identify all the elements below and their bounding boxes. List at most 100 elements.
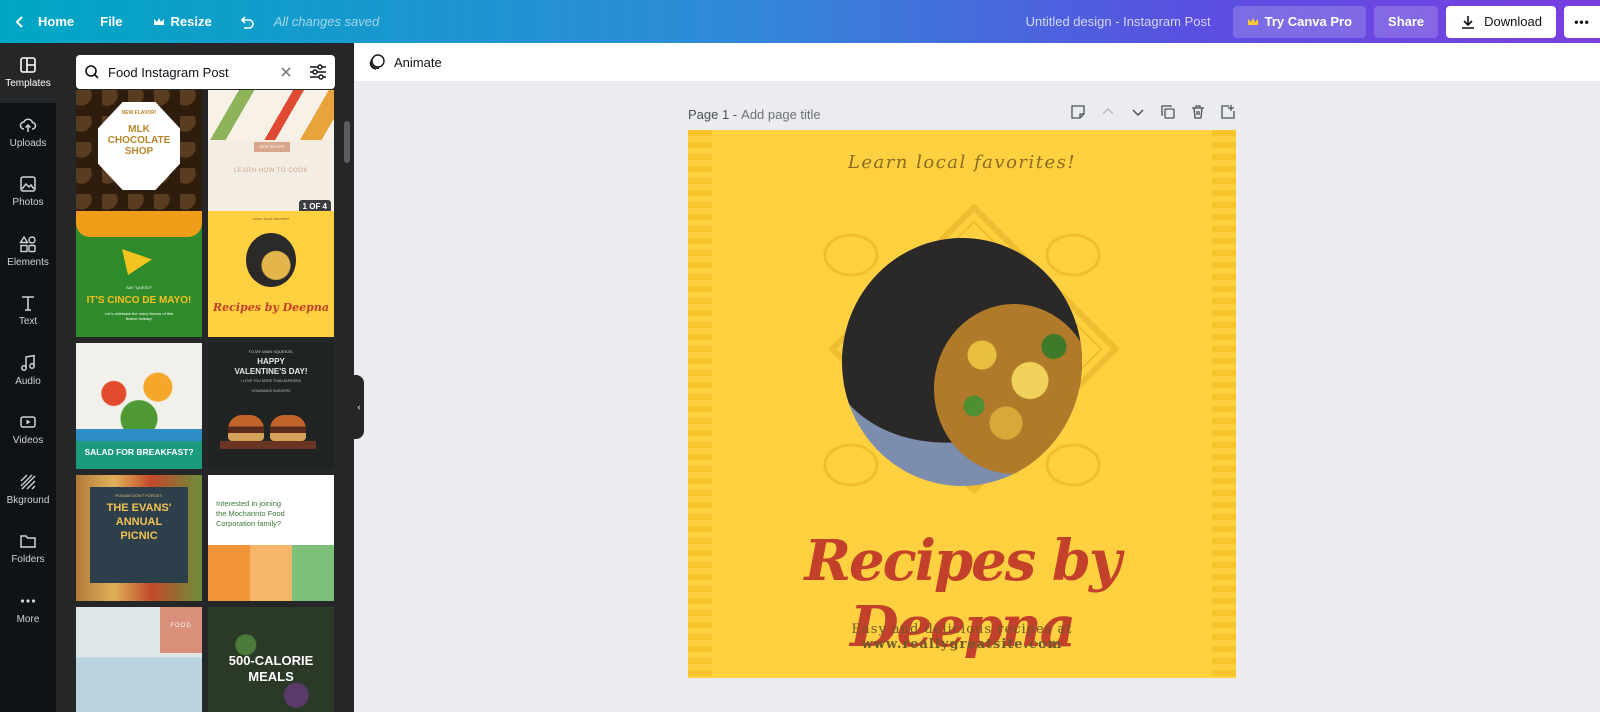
top-bar: Home File Resize All changes saved Untit… [0, 0, 1600, 43]
rail-label: Photos [12, 197, 44, 209]
animate-button[interactable]: Animate [368, 53, 442, 71]
food-photo-circle[interactable] [842, 238, 1082, 486]
thumb-text: Corporation family? [216, 519, 282, 528]
file-label: File [100, 14, 123, 29]
background-stripes-icon [20, 474, 36, 490]
rail-item-text[interactable]: Text [0, 281, 56, 341]
thumb-text: I LOVE YOU MORE THAN BURGERS [241, 379, 301, 383]
thumb-text: CHOCOLATE [107, 135, 171, 146]
template-thumb[interactable]: SAY "QUESO" IT'S CINCO DE MAYO! Let's ce… [76, 211, 202, 337]
undo-icon [240, 15, 254, 29]
canvas-subtitle[interactable]: Easy and delicious recipes at [688, 622, 1236, 637]
templates-icon [20, 57, 36, 74]
thumb-text: SHOP [124, 146, 154, 157]
photo-icon [20, 176, 36, 192]
template-thumb[interactable]: PLEASE DON'T FORGET: THE EVANS' ANNUAL P… [76, 475, 202, 601]
template-thumb[interactable]: Interested in joining the Mocharinto Foo… [208, 475, 334, 601]
delete-page-icon[interactable] [1190, 104, 1206, 120]
thumb-text: 500-CALORIE [228, 653, 314, 668]
resize-label: Resize [170, 14, 212, 29]
rail-item-audio[interactable]: Audio [0, 341, 56, 401]
editor-toolbar: Animate [354, 43, 1600, 81]
music-note-icon [21, 354, 35, 371]
rail-label: Audio [15, 375, 41, 387]
thumb-text: HOMEMADE BURGERS [251, 389, 291, 393]
more-dots-icon [20, 599, 36, 603]
thumb-text: MEALS [248, 669, 294, 684]
rail-item-folders[interactable]: Folders [0, 519, 56, 579]
rail-label: Elements [7, 256, 49, 268]
template-thumb[interactable]: TO MY MAIN SQUEEZE, HAPPY VALENTINE'S DA… [208, 343, 334, 469]
thumb-text: PLEASE DON'T FORGET: [115, 493, 163, 498]
template-thumb[interactable]: FOOD [76, 607, 202, 712]
clear-search-icon[interactable] [279, 65, 293, 79]
folder-icon [20, 535, 36, 548]
canvas-website[interactable]: www.reallygreatsite.com [688, 637, 1236, 652]
home-button[interactable]: Home [0, 0, 84, 43]
thumb-text: NEW RECIPE [259, 144, 285, 149]
rail-item-elements[interactable]: Elements [0, 222, 56, 282]
rail-item-photos[interactable]: Photos [0, 162, 56, 222]
video-icon [20, 416, 36, 428]
thumb-text: Let's celebrate the many flavors of this… [104, 311, 174, 321]
thumb-text: VALENTINE'S DAY! [234, 367, 308, 376]
rail-item-videos[interactable]: Videos [0, 400, 56, 460]
try-pro-label: Try Canva Pro [1264, 14, 1353, 29]
duplicate-page-icon[interactable] [1160, 104, 1176, 120]
rail-item-templates[interactable]: Templates [0, 43, 56, 103]
rail-item-more[interactable]: More [0, 579, 56, 639]
download-icon [1462, 15, 1475, 29]
rail-item-uploads[interactable]: Uploads [0, 103, 56, 163]
rail-label: Templates [5, 78, 51, 90]
crown-icon [153, 17, 164, 25]
page-number-label: Page 1 - [688, 106, 738, 122]
design-title[interactable]: Untitled design - Instagram Post [1026, 14, 1211, 29]
move-up-chevron-icon[interactable] [1100, 104, 1116, 120]
filter-sliders-icon[interactable] [309, 64, 327, 80]
thumb-text: Interested in joining [216, 499, 282, 508]
panel-scrollbar[interactable] [344, 121, 350, 163]
thumb-nacho [122, 249, 152, 275]
crown-icon [1247, 17, 1258, 25]
collapse-panel-button[interactable]: ‹ [354, 375, 364, 439]
template-thumb[interactable]: Learn local favorites! Recipes by Deepna [208, 211, 334, 337]
thumb-food-photo [208, 90, 334, 140]
rail-item-background[interactable]: Bkground [0, 460, 56, 520]
file-menu-button[interactable]: File [90, 0, 132, 43]
side-rail: Templates Uploads Photos Elements Text A… [0, 43, 56, 712]
vegetables [934, 304, 1082, 474]
move-down-chevron-icon[interactable] [1130, 104, 1146, 120]
rail-label: Bkground [6, 494, 50, 506]
thumb-text: IT'S CINCO DE MAYO! [86, 295, 192, 306]
thumb-block [160, 607, 202, 653]
more-label: ••• [1574, 14, 1590, 29]
thumb-text: NEW FLAVOR! [121, 110, 157, 116]
thumb-text: SAY "QUESO" [125, 285, 153, 290]
add-page-icon[interactable] [1220, 104, 1236, 120]
try-canva-pro-button[interactable]: Try Canva Pro [1232, 5, 1367, 38]
elements-shapes-icon [19, 235, 36, 252]
template-thumb[interactable]: NEW RECIPE LEARN HOW TO COOK 1 OF 4 [208, 90, 334, 216]
thumb-text: HAPPY [257, 357, 285, 366]
template-search-input[interactable] [108, 64, 268, 80]
chevron-left-icon [15, 15, 23, 28]
resize-button[interactable]: Resize [143, 0, 222, 43]
thumb-burger [270, 415, 306, 441]
download-button[interactable]: Download [1446, 5, 1556, 38]
upload-cloud-icon [19, 118, 37, 132]
thumb-text: SALAD FOR BREAKFAST? [84, 447, 194, 457]
add-page-title[interactable]: Add page title [741, 107, 821, 122]
thumb-text: Learn local favorites! [252, 216, 290, 221]
share-button[interactable]: Share [1374, 5, 1439, 38]
template-thumb[interactable]: NEW FLAVOR! MLK CHOCOLATE SHOP [76, 90, 202, 216]
thumb-text: TO MY MAIN SQUEEZE, [248, 349, 294, 354]
templates-panel: NEW FLAVOR! MLK CHOCOLATE SHOP NEW RECIP… [56, 43, 354, 712]
template-thumb[interactable]: SALAD FOR BREAKFAST? [76, 343, 202, 469]
more-options-button[interactable]: ••• [1564, 5, 1600, 38]
page-notes-icon[interactable] [1070, 104, 1086, 120]
template-thumb[interactable]: 500-CALORIE MEALS [208, 607, 334, 712]
design-canvas[interactable]: Learn local favorites! Recipes by Deepna… [688, 130, 1236, 678]
download-label: Download [1484, 14, 1542, 29]
animate-label: Animate [394, 54, 442, 70]
undo-button[interactable] [228, 0, 266, 43]
